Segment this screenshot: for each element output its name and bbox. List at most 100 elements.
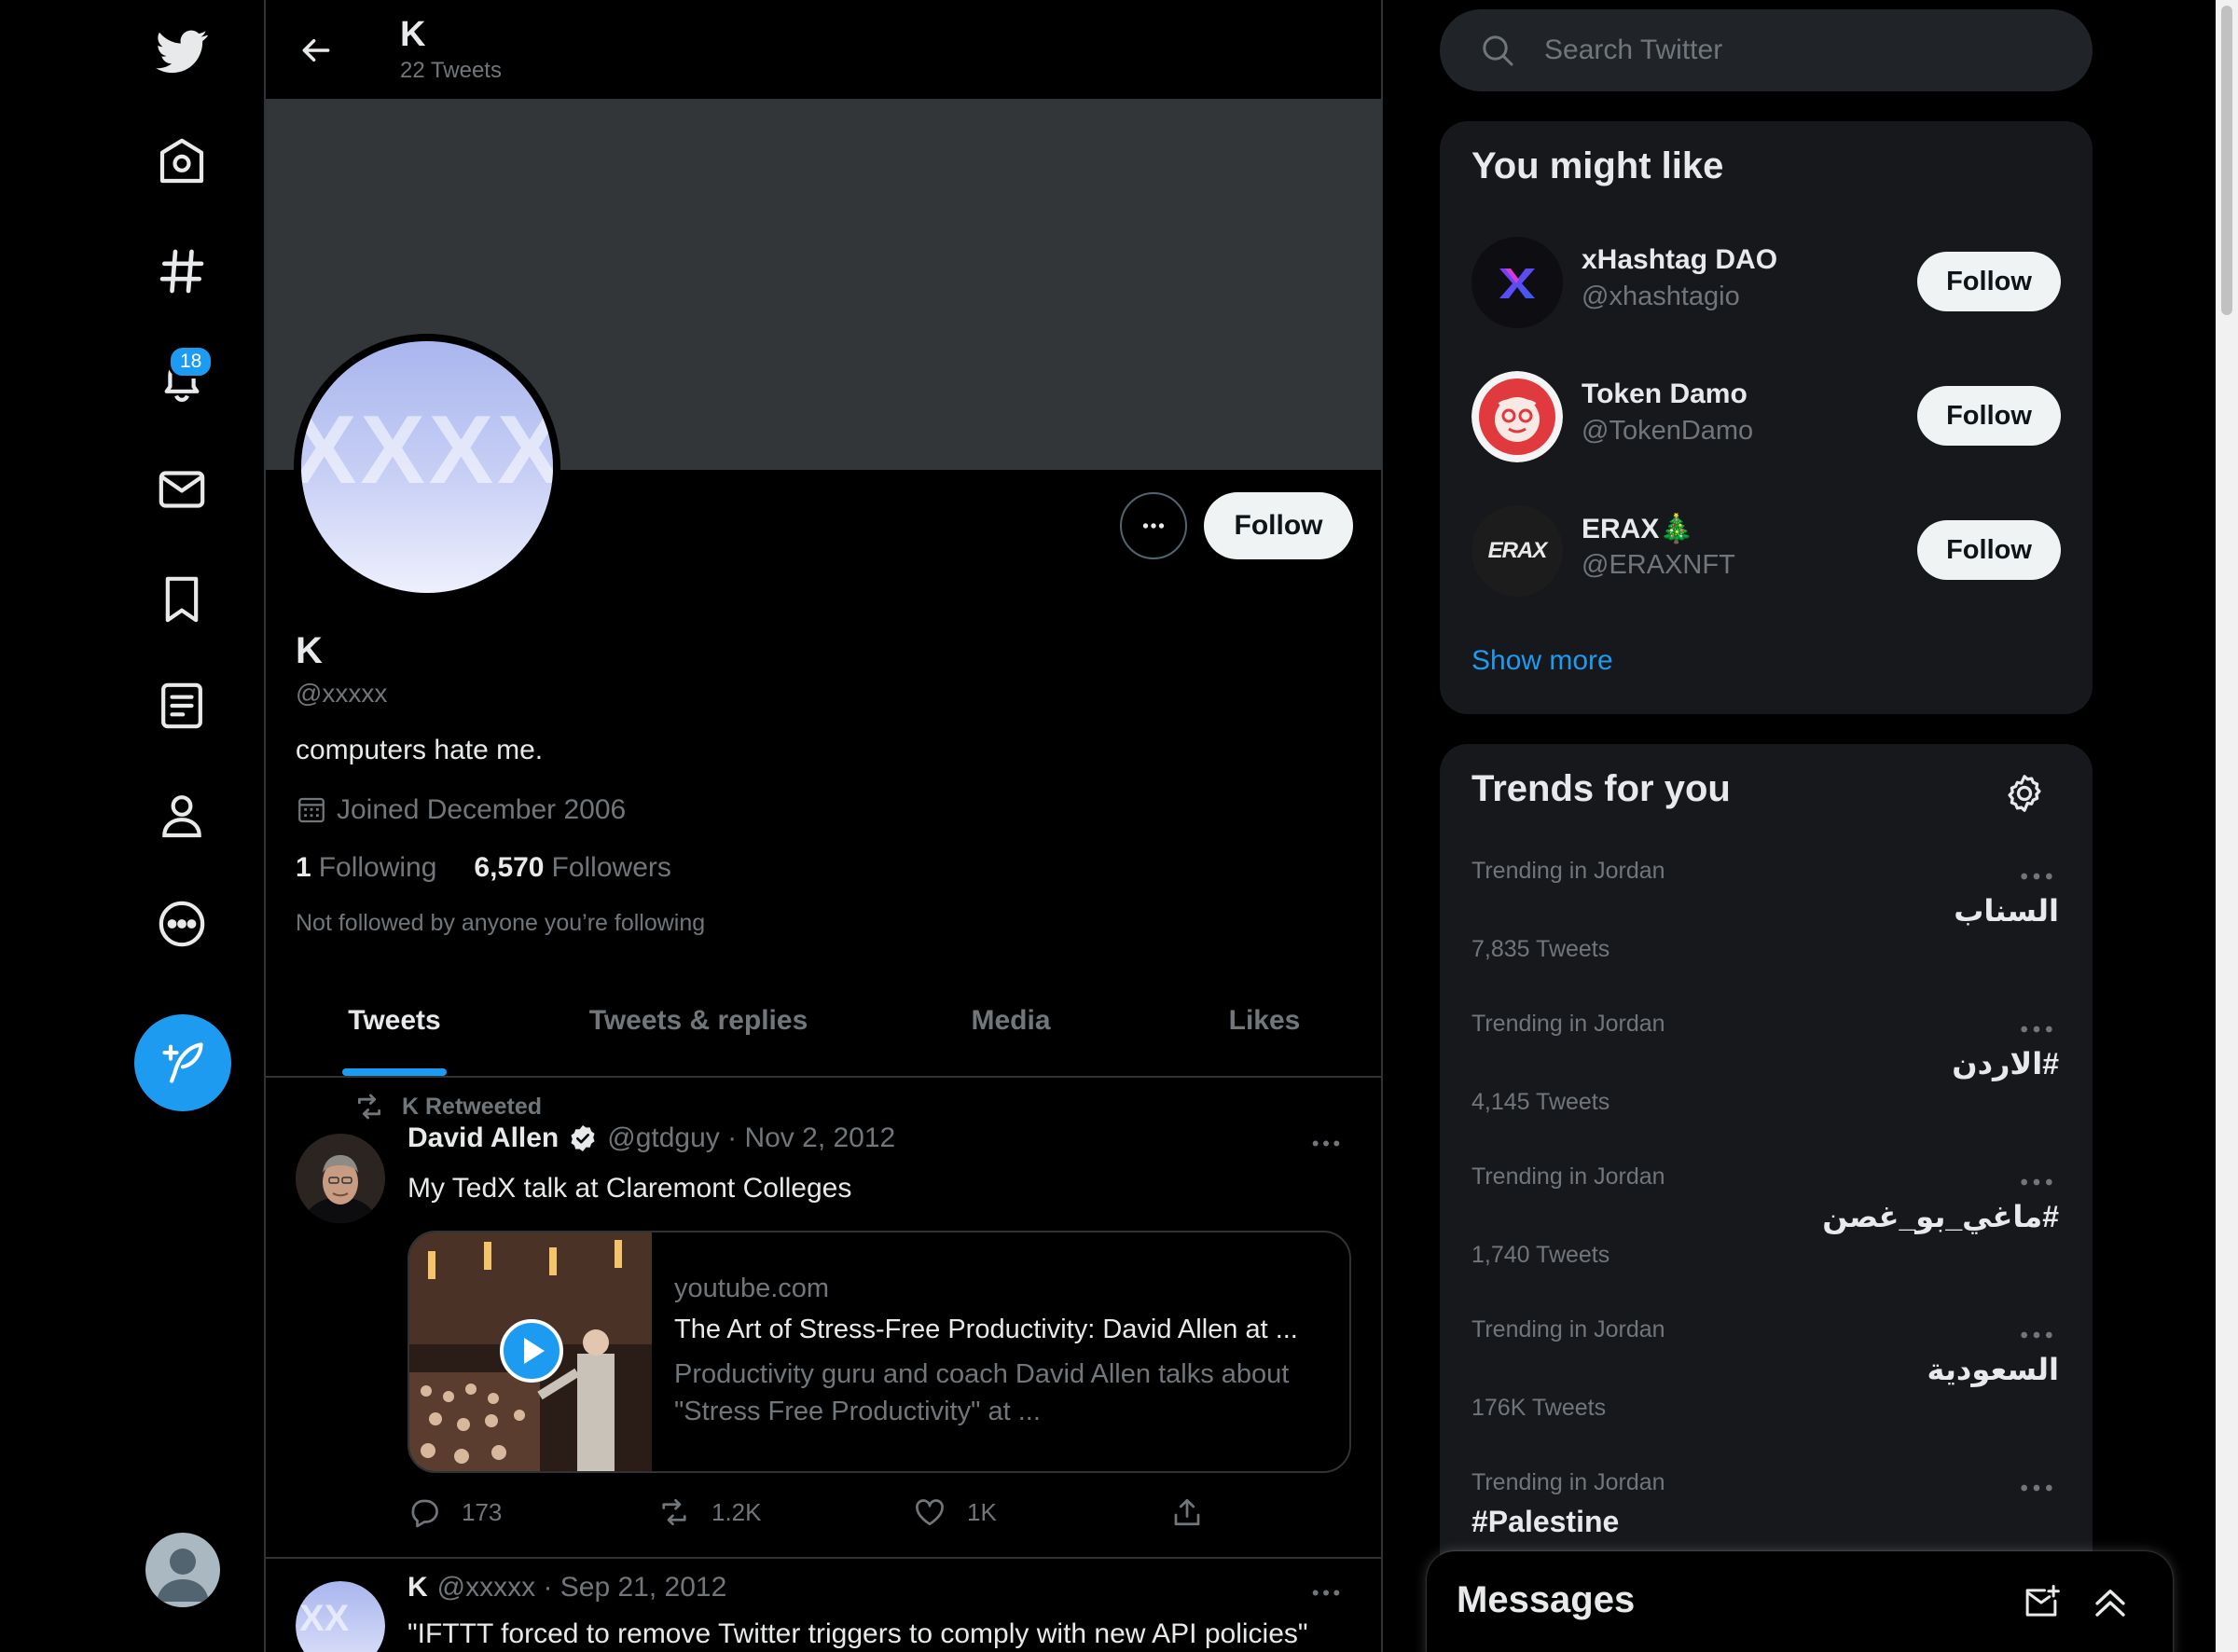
follow-button[interactable]: Follow xyxy=(1917,386,2061,446)
search-icon xyxy=(1483,35,1513,66)
compose-tweet-icon xyxy=(162,1042,203,1083)
profile-joined: Joined December 2006 xyxy=(296,794,626,826)
more-dots-icon xyxy=(1312,1140,1340,1146)
tab-tweets-replies[interactable]: Tweets & replies xyxy=(523,966,874,1076)
tweet-more-button[interactable] xyxy=(1303,1574,1349,1611)
tweet-actions: 173 1.2K 1K xyxy=(408,1495,1247,1542)
reply-icon xyxy=(411,1499,438,1528)
bookmark-icon[interactable] xyxy=(140,558,224,641)
suggested-user-name: xHashtag DAO xyxy=(1582,244,1778,275)
suggested-user[interactable]: xHashtag DAO @xhashtagio Follow xyxy=(1440,216,2093,351)
trend-item[interactable]: Trending in Jordan السعودية 176K Tweets xyxy=(1440,1316,2093,1469)
retweet-icon xyxy=(357,1094,381,1120)
suggested-user[interactable]: Token Damo @TokenDamo Follow xyxy=(1440,351,2093,485)
active-tab-indicator xyxy=(342,1068,447,1076)
link-card-title: The Art of Stress-Free Productivity: Dav… xyxy=(674,1315,1298,1344)
messages-drawer[interactable]: Messages xyxy=(1427,1551,2173,1652)
tweet[interactable]: XX K @xxxxx · Sep 21, 2012 "IFTTT forced… xyxy=(266,1559,1381,1652)
following-link[interactable]: 1 Following xyxy=(296,852,436,884)
tweet-more-button[interactable] xyxy=(1303,1124,1349,1162)
profile-tabs: Tweets Tweets & replies Media Likes xyxy=(266,966,1381,1078)
erax-logo-text: ERAX xyxy=(1487,538,1548,563)
not-followed-note: Not followed by anyone you’re following xyxy=(296,910,706,936)
trend-item[interactable]: Trending in Jordan #الاردن 4,145 Tweets xyxy=(1440,1011,2093,1163)
messages-title: Messages xyxy=(1457,1579,1636,1620)
messages-envelope-icon[interactable] xyxy=(140,447,224,531)
trend-more-icon[interactable] xyxy=(2018,1171,2055,1193)
following-label: Following xyxy=(318,852,437,883)
tab-media[interactable]: Media xyxy=(874,966,1148,1076)
collapse-chevron-icon[interactable] xyxy=(2091,1583,2130,1622)
profile-follow-button[interactable]: Follow xyxy=(1204,492,1353,559)
share-icon xyxy=(1174,1498,1200,1526)
profile-avatar-text: XXXX xyxy=(301,396,553,504)
retweet-context: K Retweeted xyxy=(353,1091,542,1122)
notifications-bell-icon[interactable]: 18 xyxy=(140,337,224,421)
trend-more-icon[interactable] xyxy=(2018,865,2055,888)
followers-link[interactable]: 6,570 Followers xyxy=(474,852,670,884)
tweet-text: My TedX talk at Claremont Colleges xyxy=(408,1173,852,1204)
tweet-author-avatar[interactable]: XX xyxy=(296,1581,385,1652)
tab-likes[interactable]: Likes xyxy=(1148,966,1381,1076)
trend-item[interactable]: Trending in Jordan السناب 7,835 Tweets xyxy=(1440,858,2093,1011)
suggested-user-handle: @xhashtagio xyxy=(1582,282,1740,311)
explore-hashtag-icon[interactable] xyxy=(140,229,224,313)
suggested-user-handle: @ERAXNFT xyxy=(1582,550,1735,580)
share-button[interactable] xyxy=(1170,1495,1204,1529)
search-input[interactable] xyxy=(1544,26,2066,75)
trend-count: 1,740 Tweets xyxy=(1471,1242,1610,1268)
trend-item[interactable]: Trending in Jordan #ماغي_بو_غصن 1,740 Tw… xyxy=(1440,1163,2093,1316)
retweet-count: 1.2K xyxy=(711,1497,762,1526)
search-bar[interactable] xyxy=(1440,9,2093,91)
trend-count: 7,835 Tweets xyxy=(1471,936,1610,962)
page-scrollbar[interactable] xyxy=(2216,0,2238,1652)
profile-icon[interactable] xyxy=(140,774,224,858)
suggested-user-avatar xyxy=(1471,237,1563,328)
account-avatar[interactable] xyxy=(145,1533,220,1607)
trend-name: #ماغي_بو_غصن xyxy=(1822,1200,2059,1233)
twitter-logo-icon[interactable] xyxy=(140,9,224,93)
trend-count: 4,145 Tweets xyxy=(1471,1089,1610,1115)
compose-tweet-button[interactable] xyxy=(134,1014,231,1111)
trend-more-icon[interactable] xyxy=(2018,1324,2055,1346)
profile-avatar[interactable]: XXXX xyxy=(294,334,560,600)
link-card-thumbnail xyxy=(409,1232,652,1471)
tweet-author-avatar[interactable] xyxy=(296,1134,385,1223)
show-more-link[interactable]: Show more xyxy=(1471,645,1613,677)
settings-gear-icon[interactable] xyxy=(2003,772,2046,815)
tweet-author-name[interactable]: K xyxy=(408,1572,428,1604)
follow-button[interactable]: Follow xyxy=(1917,520,2061,580)
scrollbar-thumb[interactable] xyxy=(2221,6,2232,315)
tweet-header: David Allen @gtdguy · Nov 2, 2012 xyxy=(408,1122,895,1154)
lists-icon[interactable] xyxy=(140,664,224,748)
link-card-domain: youtube.com xyxy=(674,1273,830,1303)
tweet[interactable]: K Retweeted David Allen @gtdguy · Nov 2,… xyxy=(266,1078,1381,1559)
link-card-description: Productivity guru and coach David Allen … xyxy=(674,1359,1290,1426)
more-dots-icon xyxy=(1312,1590,1340,1595)
new-message-icon[interactable] xyxy=(2022,1583,2061,1622)
trends-title: Trends for you xyxy=(1471,768,1731,809)
more-circle-icon[interactable] xyxy=(140,882,224,966)
suggested-user-name: ERAX🎄 xyxy=(1582,514,1694,544)
trend-name: #الاردن xyxy=(1952,1047,2059,1081)
like-button[interactable]: 1K xyxy=(913,1495,997,1529)
follow-button[interactable]: Follow xyxy=(1917,252,2061,311)
tweet-author-name[interactable]: David Allen xyxy=(408,1122,559,1154)
trend-more-icon[interactable] xyxy=(2018,1477,2055,1499)
profile-more-button[interactable] xyxy=(1120,492,1187,559)
home-icon[interactable] xyxy=(140,119,224,203)
back-button[interactable] xyxy=(292,26,340,75)
trend-context: Trending in Jordan xyxy=(1471,1011,1665,1037)
reply-button[interactable]: 173 xyxy=(408,1495,502,1529)
profile-header-bar: K 22 Tweets xyxy=(266,0,1381,99)
trend-more-icon[interactable] xyxy=(2018,1018,2055,1040)
verified-badge-icon xyxy=(571,1125,595,1151)
link-card[interactable]: youtube.com The Art of Stress-Free Produ… xyxy=(408,1231,1351,1473)
suggested-user-handle: @TokenDamo xyxy=(1582,416,1754,446)
suggested-user-name: Token Damo xyxy=(1582,379,1748,409)
retweet-button[interactable]: 1.2K xyxy=(657,1495,762,1529)
tab-tweets[interactable]: Tweets xyxy=(266,966,523,1076)
profile-bio: computers hate me. xyxy=(296,735,544,765)
suggested-user[interactable]: ERAX ERAX🎄 @ERAXNFT Follow xyxy=(1440,485,2093,619)
suggested-user-avatar: ERAX xyxy=(1471,505,1563,597)
